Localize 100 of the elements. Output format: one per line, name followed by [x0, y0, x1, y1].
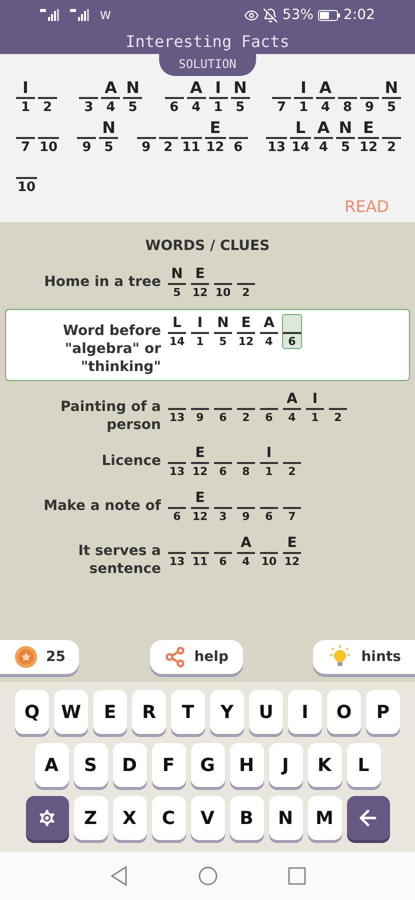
- letter-key[interactable]: K: [308, 743, 342, 787]
- coins-button[interactable]: 25: [0, 640, 80, 674]
- answer-cell[interactable]: 7: [282, 489, 302, 524]
- answer-cell[interactable]: I 1: [259, 444, 279, 479]
- letter-number: 11: [182, 140, 200, 155]
- answer-letter: A: [286, 391, 298, 408]
- letter-key[interactable]: G: [190, 743, 224, 787]
- letter-key[interactable]: E: [93, 690, 127, 734]
- answer-cell[interactable]: A 4: [236, 534, 256, 569]
- recents-icon[interactable]: [288, 867, 306, 885]
- answer-letter: I: [312, 391, 318, 408]
- letter-key[interactable]: B: [230, 796, 264, 840]
- letter-number: 5: [104, 140, 114, 155]
- clue-row[interactable]: Make a note of 6 E 12 3 9 6 7: [5, 488, 410, 525]
- letter-number: 12: [192, 510, 208, 523]
- answer-cell[interactable]: 10: [213, 265, 233, 300]
- hints-button[interactable]: hints: [313, 640, 415, 674]
- letter-number: 9: [142, 140, 151, 155]
- eye-icon: [244, 8, 260, 22]
- answer-letter: E: [241, 315, 251, 332]
- solution-letter: N: [233, 78, 247, 97]
- answer-cell[interactable]: 2: [328, 390, 348, 425]
- answer-cell[interactable]: 13: [167, 444, 187, 479]
- letter-key[interactable]: A: [34, 743, 68, 787]
- answer-cell[interactable]: 11: [190, 534, 210, 569]
- answer-cell[interactable]: 3: [213, 489, 233, 524]
- letter-key[interactable]: F: [152, 743, 186, 787]
- letter-key[interactable]: Q: [15, 690, 49, 734]
- letter-number: 2: [386, 140, 396, 155]
- letter-key[interactable]: W: [54, 690, 88, 734]
- letter-key[interactable]: V: [190, 796, 224, 840]
- letter-key[interactable]: L: [346, 743, 380, 787]
- answer-cell[interactable]: 13: [167, 390, 187, 425]
- letter-number: 2: [334, 411, 342, 424]
- letter-key[interactable]: O: [327, 690, 361, 734]
- home-icon[interactable]: [198, 866, 218, 886]
- letter-key[interactable]: I: [288, 690, 322, 734]
- letter-key[interactable]: C: [152, 796, 186, 840]
- answer-cell[interactable]: 2: [236, 390, 256, 425]
- answer-cell[interactable]: I 1: [305, 390, 325, 425]
- letter-key[interactable]: T: [171, 690, 205, 734]
- answer-cell[interactable]: 2: [236, 265, 256, 300]
- letter-key[interactable]: S: [74, 743, 108, 787]
- letter-key[interactable]: J: [268, 743, 302, 787]
- answer-cell[interactable]: 6: [167, 489, 187, 524]
- answer-cell[interactable]: 9: [190, 390, 210, 425]
- answer-letter: E: [287, 535, 297, 552]
- answer-cell[interactable]: 6: [259, 489, 279, 524]
- answer-cell[interactable]: E 12: [236, 314, 256, 349]
- letter-key[interactable]: Z: [74, 796, 108, 840]
- answer-cell[interactable]: A 4: [282, 390, 302, 425]
- clue-row[interactable]: Licence 13 E 12 6 8 I 1 2: [5, 443, 410, 480]
- letter-number: 6: [288, 335, 296, 348]
- answer-cell[interactable]: 6: [282, 314, 302, 349]
- settings-key[interactable]: [26, 796, 68, 840]
- answer-cell[interactable]: 8: [236, 444, 256, 479]
- answer-cell[interactable]: 6: [259, 390, 279, 425]
- answer-cell[interactable]: 6: [213, 534, 233, 569]
- letter-key[interactable]: R: [132, 690, 166, 734]
- coin-icon: [14, 645, 38, 669]
- answer-letter: E: [195, 445, 205, 462]
- letter-key[interactable]: N: [268, 796, 302, 840]
- answer-cell[interactable]: N 5: [167, 265, 187, 300]
- answer-cell[interactable]: N 5: [213, 314, 233, 349]
- answer-cell[interactable]: 2: [282, 444, 302, 479]
- solution-letter: L: [295, 118, 306, 137]
- answer-cell[interactable]: 10: [259, 534, 279, 569]
- answer-cell[interactable]: E 12: [282, 534, 302, 569]
- backspace-key[interactable]: [346, 796, 390, 840]
- letter-key[interactable]: X: [112, 796, 146, 840]
- answer-cell[interactable]: 9: [236, 489, 256, 524]
- back-icon[interactable]: [110, 866, 128, 886]
- letter-key[interactable]: U: [249, 690, 283, 734]
- letter-number: 6: [173, 510, 181, 523]
- answer-cell[interactable]: 6: [213, 444, 233, 479]
- letter-number: 12: [192, 465, 208, 478]
- help-button[interactable]: help: [150, 640, 242, 674]
- answer-cell[interactable]: I 1: [190, 314, 210, 349]
- letter-number: 14: [169, 335, 185, 348]
- answer-letter: A: [240, 535, 252, 552]
- letter-key[interactable]: D: [112, 743, 146, 787]
- answer-letter: E: [195, 266, 205, 283]
- clue-text: Make a note of: [42, 497, 161, 515]
- letter-number: 6: [170, 100, 179, 115]
- letter-key[interactable]: H: [230, 743, 264, 787]
- solution-tab[interactable]: SOLUTION: [158, 54, 256, 76]
- letter-number: 13: [267, 140, 286, 155]
- battery-icon: [318, 10, 340, 20]
- answer-cell[interactable]: 6: [213, 390, 233, 425]
- answer-cell[interactable]: 13: [167, 534, 187, 569]
- answer-cell[interactable]: E 12: [190, 489, 210, 524]
- letter-number: 9: [196, 411, 204, 424]
- letter-key[interactable]: M: [308, 796, 342, 840]
- answer-cell[interactable]: A 4: [259, 314, 279, 349]
- letter-number: 2: [164, 140, 173, 155]
- answer-cell[interactable]: E 12: [190, 444, 210, 479]
- letter-key[interactable]: Y: [210, 690, 244, 734]
- letter-key[interactable]: P: [366, 690, 400, 734]
- answer-cell[interactable]: E 12: [190, 265, 210, 300]
- answer-cell[interactable]: L 14: [167, 314, 187, 349]
